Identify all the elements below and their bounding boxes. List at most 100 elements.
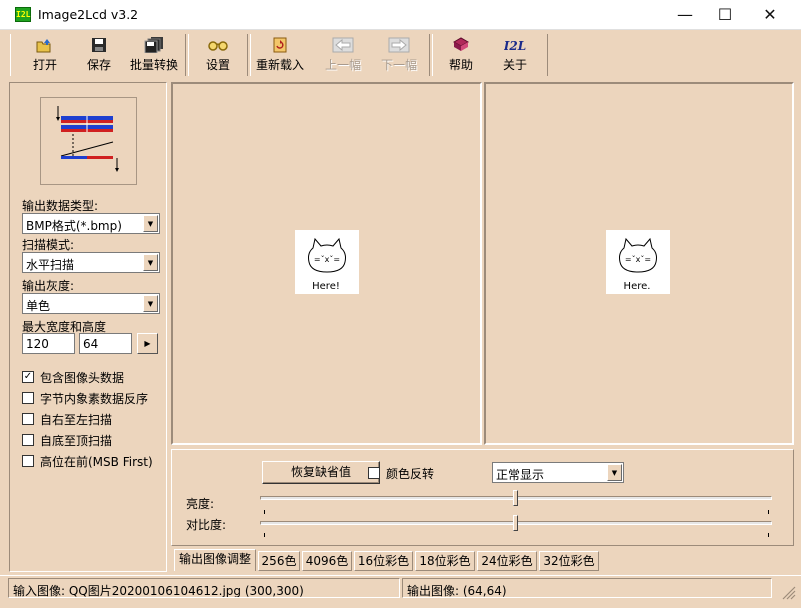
- chevron-down-icon[interactable]: ▼: [143, 295, 158, 312]
- prev-image-label: 上一幅: [324, 58, 361, 72]
- scan-mode-select[interactable]: 水平扫描 ▼: [22, 252, 160, 273]
- resize-grip-icon[interactable]: [780, 584, 796, 600]
- input-image-caption: Here!: [312, 281, 340, 292]
- glasses-icon: [208, 41, 228, 51]
- checkbox[interactable]: ✓: [22, 371, 34, 383]
- next-image-label: 下一幅: [380, 58, 417, 72]
- floppy-disk-icon: [92, 38, 106, 52]
- play-arrow-icon: ▶: [144, 339, 151, 348]
- checkbox[interactable]: [22, 392, 34, 404]
- restore-defaults-button[interactable]: 恢复缺省值: [262, 461, 380, 484]
- svg-text:=ˇxˇ=: =ˇxˇ=: [625, 254, 651, 264]
- batch-disks-icon: [144, 37, 163, 53]
- chevron-down-icon[interactable]: ▼: [607, 464, 622, 481]
- color-invert-label: 颜色反转: [386, 467, 435, 481]
- help-button[interactable]: 帮助: [442, 35, 480, 75]
- adjustment-panel: 恢复缺省值 颜色反转 正常显示 ▼ 亮度: 对比度:: [171, 449, 794, 546]
- scan-mode-value: 水平扫描: [26, 258, 75, 272]
- output-image-caption: Here.: [624, 281, 651, 292]
- gray-level-select[interactable]: 单色 ▼: [22, 293, 160, 314]
- open-button[interactable]: 打开: [22, 35, 68, 75]
- cat-image: =ˇxˇ= Here.: [619, 237, 657, 292]
- gray-level-value: 单色: [26, 299, 51, 313]
- settings-panel: 输出数据类型: BMP格式(*.bmp) ▼ 扫描模式: 水平扫描 ▼ 输出灰度…: [9, 82, 167, 572]
- tab-4096-color[interactable]: 4096色: [302, 551, 352, 571]
- next-image-button[interactable]: 下一幅: [378, 35, 420, 75]
- open-label: 打开: [32, 58, 57, 72]
- batch-convert-label: 批量转换: [129, 58, 178, 72]
- chevron-down-icon[interactable]: ▼: [143, 215, 158, 232]
- option-label: 高位在前(MSB First): [40, 455, 153, 469]
- max-height-input[interactable]: 64: [79, 333, 132, 354]
- svg-text:I2L: I2L: [504, 39, 526, 53]
- arrow-right-icon: [388, 37, 410, 53]
- apply-size-button[interactable]: ▶: [137, 333, 158, 354]
- svg-text:=ˇxˇ=: =ˇxˇ=: [314, 254, 340, 264]
- checkbox[interactable]: [22, 434, 34, 446]
- save-label: 保存: [86, 58, 111, 72]
- reload-icon: [273, 37, 287, 53]
- gray-level-label: 输出灰度:: [22, 279, 75, 293]
- help-book-icon: [452, 37, 470, 51]
- option-label: 自底至顶扫描: [40, 434, 113, 448]
- open-folder-icon: [36, 39, 51, 53]
- output-type-select[interactable]: BMP格式(*.bmp) ▼: [22, 213, 160, 234]
- cat-image: =ˇxˇ= Here!: [308, 237, 346, 292]
- reload-label: 重新载入: [255, 58, 304, 72]
- checkbox[interactable]: [368, 467, 380, 479]
- brightness-slider-thumb[interactable]: [513, 490, 518, 506]
- status-input-image: 输入图像: QQ图片20200106104612.jpg (300,300): [8, 578, 400, 598]
- settings-label: 设置: [205, 58, 230, 72]
- slider-tick: [264, 533, 265, 537]
- status-output-image: 输出图像: (64,64): [402, 578, 772, 598]
- display-mode-select[interactable]: 正常显示 ▼: [492, 462, 624, 483]
- option-label: 包含图像头数据: [40, 371, 125, 385]
- display-mode-value: 正常显示: [496, 468, 545, 482]
- tab-18bit-color[interactable]: 18位彩色: [415, 551, 475, 571]
- scan-mode-label: 扫描模式:: [22, 238, 75, 252]
- scan-direction-diagram: [40, 97, 137, 185]
- tab-16bit-color[interactable]: 16位彩色: [354, 551, 413, 571]
- contrast-slider[interactable]: [260, 515, 772, 531]
- chevron-down-icon[interactable]: ▼: [143, 254, 158, 271]
- about-label: 关于: [502, 58, 527, 72]
- output-image-panel: =ˇxˇ= Here.: [484, 82, 794, 445]
- brightness-label: 亮度:: [186, 497, 215, 511]
- output-type-value: BMP格式(*.bmp): [26, 219, 122, 233]
- settings-button[interactable]: 设置: [198, 35, 238, 75]
- option-label: 自右至左扫描: [40, 413, 113, 427]
- batch-convert-button[interactable]: 批量转换: [126, 35, 182, 75]
- app-icon: I2L: [15, 7, 31, 22]
- slider-tick: [768, 510, 769, 514]
- input-image: =ˇxˇ= Here!: [295, 230, 359, 294]
- prev-image-button[interactable]: 上一幅: [322, 35, 364, 75]
- tab-24bit-color[interactable]: 24位彩色: [477, 551, 537, 571]
- brightness-slider[interactable]: [260, 490, 772, 506]
- checkbox[interactable]: [22, 455, 34, 467]
- about-logo-icon: I2L: [504, 39, 526, 53]
- arrow-left-icon: [332, 37, 354, 53]
- window-title: Image2Lcd v3.2: [38, 7, 139, 22]
- option-label: 字节内象素数据反序: [40, 392, 149, 406]
- output-image: =ˇxˇ= Here.: [606, 230, 670, 294]
- output-type-label: 输出数据类型:: [22, 199, 99, 213]
- maximize-button[interactable]: ☐: [702, 0, 748, 30]
- tab-256-color[interactable]: 256色: [258, 551, 300, 571]
- status-bar: 输入图像: QQ图片20200106104612.jpg (300,300) 输…: [0, 575, 801, 608]
- toolbar: 打开 保存 批量转换 设置 重新载入 上一幅 下一幅 帮助 I2L 关于: [8, 31, 794, 77]
- about-button[interactable]: I2L 关于: [496, 35, 534, 75]
- max-width-input[interactable]: 120: [22, 333, 75, 354]
- checkbox[interactable]: [22, 413, 34, 425]
- slider-tick: [264, 510, 265, 514]
- contrast-slider-thumb[interactable]: [513, 515, 518, 531]
- reload-button[interactable]: 重新载入: [254, 35, 306, 75]
- tab-32bit-color[interactable]: 32位彩色: [539, 551, 599, 571]
- input-image-panel: =ˇxˇ= Here!: [171, 82, 482, 445]
- tab-output-adjust[interactable]: 输出图像调整: [174, 549, 256, 571]
- close-button[interactable]: ✕: [747, 0, 793, 30]
- save-button[interactable]: 保存: [78, 35, 120, 75]
- help-label: 帮助: [448, 58, 473, 72]
- scan-diagram-icon: [56, 106, 119, 172]
- slider-tick: [768, 533, 769, 537]
- contrast-label: 对比度:: [186, 518, 227, 532]
